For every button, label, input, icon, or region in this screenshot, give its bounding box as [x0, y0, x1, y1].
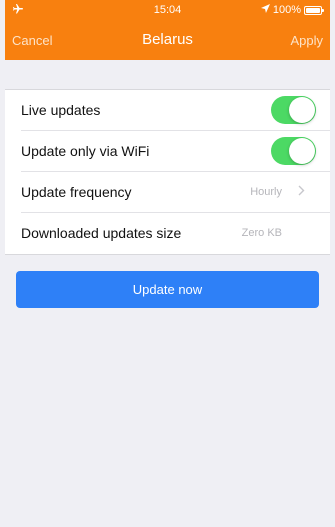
battery-percent: 100%: [272, 4, 301, 16]
status-right: 100%: [260, 4, 324, 16]
battery-icon: [304, 5, 324, 15]
header: 15:04 100% Cancel Belarus Apply: [5, 0, 330, 60]
downloaded-size-label: Downloaded updates size: [21, 225, 182, 241]
live-updates-row: Live updates: [5, 90, 330, 131]
live-updates-toggle[interactable]: [271, 96, 316, 124]
toggle-knob: [289, 97, 315, 123]
update-frequency-value: Hourly: [250, 186, 282, 198]
downloaded-size-row: Downloaded updates size Zero KB: [5, 213, 330, 254]
navbar: Cancel Belarus Apply: [5, 20, 330, 60]
status-bar: 15:04 100%: [5, 0, 330, 20]
downloaded-size-value: Zero KB: [241, 227, 282, 239]
live-updates-label: Live updates: [21, 102, 101, 118]
wifi-only-row: Update only via WiFi: [5, 131, 330, 172]
apply-button[interactable]: Apply: [290, 33, 323, 48]
chevron-right-icon: [298, 184, 305, 199]
screen: 15:04 100% Cancel Belarus Apply Live upd…: [5, 0, 330, 522]
page-title: Belarus: [142, 31, 193, 48]
update-now-button[interactable]: Update now: [16, 271, 319, 308]
update-frequency-row[interactable]: Update frequency Hourly: [5, 172, 330, 213]
location-arrow-icon: [260, 4, 270, 16]
wifi-only-toggle[interactable]: [271, 137, 316, 165]
wifi-only-label: Update only via WiFi: [21, 143, 150, 159]
update-frequency-label: Update frequency: [21, 184, 132, 200]
toggle-knob: [289, 138, 315, 164]
settings-group: Live updates Update only via WiFi Update…: [5, 89, 330, 255]
